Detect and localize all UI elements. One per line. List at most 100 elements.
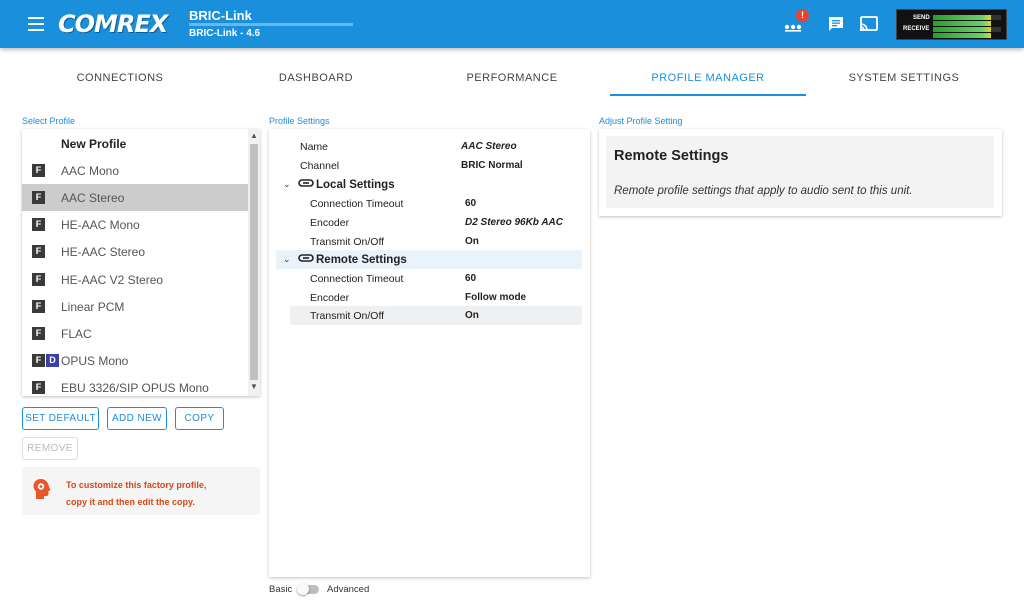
receive-level-bar (933, 27, 991, 32)
app-title: BRIC-Link (189, 8, 252, 23)
menu-icon[interactable] (28, 17, 44, 31)
app-version: BRIC-Link - 4.6 (189, 28, 261, 39)
profile-tags: F (22, 300, 61, 313)
list-item[interactable]: F HE-AAC Stereo (22, 238, 248, 265)
list-item[interactable]: F HE-AAC Mono (22, 211, 248, 238)
list-item-label: EBU 3326/SIP OPUS Mono (61, 380, 209, 395)
app-bar: COMREX BRIC-Link BRIC-Link - 4.6 ! SEND … (0, 0, 1024, 48)
advanced-label: Advanced (327, 584, 370, 595)
list-item-label: HE-AAC Stereo (61, 244, 146, 259)
setting-key: Transmit On/Off (310, 235, 385, 248)
send-level-remainder (991, 15, 1001, 20)
copy-button[interactable]: COPY (175, 407, 224, 430)
adjust-profile-panel: Remote Settings Remote profile settings … (599, 129, 1002, 216)
profile-list: New Profile F AAC Mono F AAC Stereo F HE… (22, 129, 260, 396)
scroll-down-icon[interactable]: ▼ (250, 382, 258, 391)
tab-profile-manager[interactable]: PROFILE MANAGER (610, 62, 806, 96)
setting-value: AAC Stereo (461, 141, 517, 152)
add-new-button[interactable]: ADD NEW (107, 407, 167, 430)
setting-row[interactable]: Transmit On/Off On (290, 232, 582, 251)
setting-value: BRIC Normal (461, 160, 523, 171)
list-item-selected[interactable]: F AAC Stereo (22, 184, 248, 211)
factory-tag-icon: F (32, 354, 45, 367)
factory-tag-icon: F (32, 273, 45, 286)
factory-profile-notice: To customize this factory profile, copy … (22, 467, 260, 515)
setting-key: Encoder (310, 291, 350, 304)
list-item-label: FLAC (61, 326, 92, 341)
select-profile-label: Select Profile (22, 116, 76, 126)
profile-settings-label: Profile Settings (269, 116, 330, 126)
comrex-logo: COMREX (58, 10, 168, 38)
setting-value: D2 Stereo 96Kb AAC (465, 217, 563, 228)
list-item-label: New Profile (61, 136, 127, 151)
list-item-label: HE-AAC V2 Stereo (61, 272, 164, 287)
remote-settings-group[interactable]: ⌄ Remote Settings (276, 250, 582, 269)
receive-label: RECEIVE (903, 26, 930, 32)
list-item[interactable]: F Linear PCM (22, 293, 248, 320)
list-item[interactable]: F AAC Mono (22, 157, 248, 184)
adjust-profile-card: Remote Settings Remote profile settings … (606, 136, 994, 208)
basic-advanced-toggle[interactable] (297, 583, 321, 595)
factory-tag-icon: F (32, 164, 45, 177)
setting-key: Connection Timeout (310, 272, 404, 285)
basic-label: Basic (269, 584, 293, 595)
tab-system-settings[interactable]: SYSTEM SETTINGS (806, 62, 1002, 96)
scrollbar-thumb[interactable] (250, 144, 258, 380)
link-icon (298, 178, 314, 191)
factory-tag-icon: F (32, 327, 45, 340)
set-default-button[interactable]: SET DEFAULT (22, 407, 99, 430)
setting-value: 60 (465, 273, 477, 284)
setting-row[interactable]: Connection Timeout 60 (290, 269, 582, 288)
send-level-bar (933, 15, 991, 20)
tab-performance[interactable]: PERFORMANCE (414, 62, 610, 96)
chevron-down-icon[interactable]: ⌄ (283, 179, 291, 190)
notice-text: To customize this factory profile, copy … (66, 477, 206, 511)
list-item-label: HE-AAC Mono (61, 217, 140, 232)
setting-key: Encoder (310, 216, 350, 229)
chat-icon[interactable] (826, 14, 846, 34)
adjust-profile-label: Adjust Profile Setting (599, 116, 683, 126)
factory-tag-icon: F (32, 300, 45, 313)
list-item-label: Linear PCM (61, 299, 125, 314)
tab-connections[interactable]: CONNECTIONS (22, 62, 218, 96)
list-item[interactable]: F HE-AAC V2 Stereo (22, 266, 248, 293)
main-tabs: CONNECTIONS DASHBOARD PERFORMANCE PROFIL… (22, 62, 1002, 96)
chevron-down-icon[interactable]: ⌄ (283, 254, 291, 265)
audio-level-meter[interactable]: SEND RECEIVE (896, 9, 1007, 40)
profile-tags: F (22, 218, 61, 231)
setting-value: 60 (465, 198, 477, 209)
tab-dashboard[interactable]: DASHBOARD (218, 62, 414, 96)
factory-tag-icon: F (32, 381, 45, 394)
local-settings-group[interactable]: ⌄ Local Settings (276, 175, 582, 194)
remove-button[interactable]: REMOVE (22, 437, 78, 460)
setting-key: Transmit On/Off (310, 309, 385, 322)
profile-tags: F (22, 327, 61, 340)
link-icon (298, 253, 314, 266)
setting-value: Follow mode (465, 292, 527, 303)
setting-row[interactable]: Encoder D2 Stereo 96Kb AAC (290, 213, 582, 232)
setting-row[interactable]: Transmit On/Off On (290, 306, 582, 325)
scroll-up-icon[interactable]: ▲ (250, 131, 258, 140)
factory-tag-icon: F (32, 218, 45, 231)
setting-row[interactable]: Connection Timeout 60 (290, 194, 582, 213)
list-item[interactable]: FD OPUS Mono (22, 347, 248, 374)
list-item-label: AAC Stereo (61, 190, 125, 205)
cast-icon[interactable] (859, 14, 879, 34)
remote-settings-title: Remote Settings (316, 253, 407, 266)
adjust-title: Remote Settings (614, 148, 729, 164)
list-item[interactable]: F FLAC (22, 320, 248, 347)
default-tag-icon: D (46, 354, 59, 367)
setting-key: Name (300, 140, 329, 153)
setting-row-channel[interactable]: Channel BRIC Normal (290, 156, 582, 175)
setting-row-name[interactable]: Name AAC Stereo (290, 137, 582, 156)
list-item-label: AAC Mono (61, 163, 120, 178)
setting-key: Channel (300, 159, 340, 172)
list-item[interactable]: F EBU 3326/SIP OPUS Mono (22, 374, 248, 396)
setting-row[interactable]: Encoder Follow mode (290, 288, 582, 307)
list-item-new-profile[interactable]: New Profile (22, 130, 248, 157)
profile-tags: F (22, 245, 61, 258)
list-item-label: OPUS Mono (61, 353, 129, 368)
profile-tags: FD (22, 354, 61, 367)
adjust-description: Remote profile settings that apply to au… (614, 185, 913, 197)
setting-value: On (465, 310, 479, 321)
